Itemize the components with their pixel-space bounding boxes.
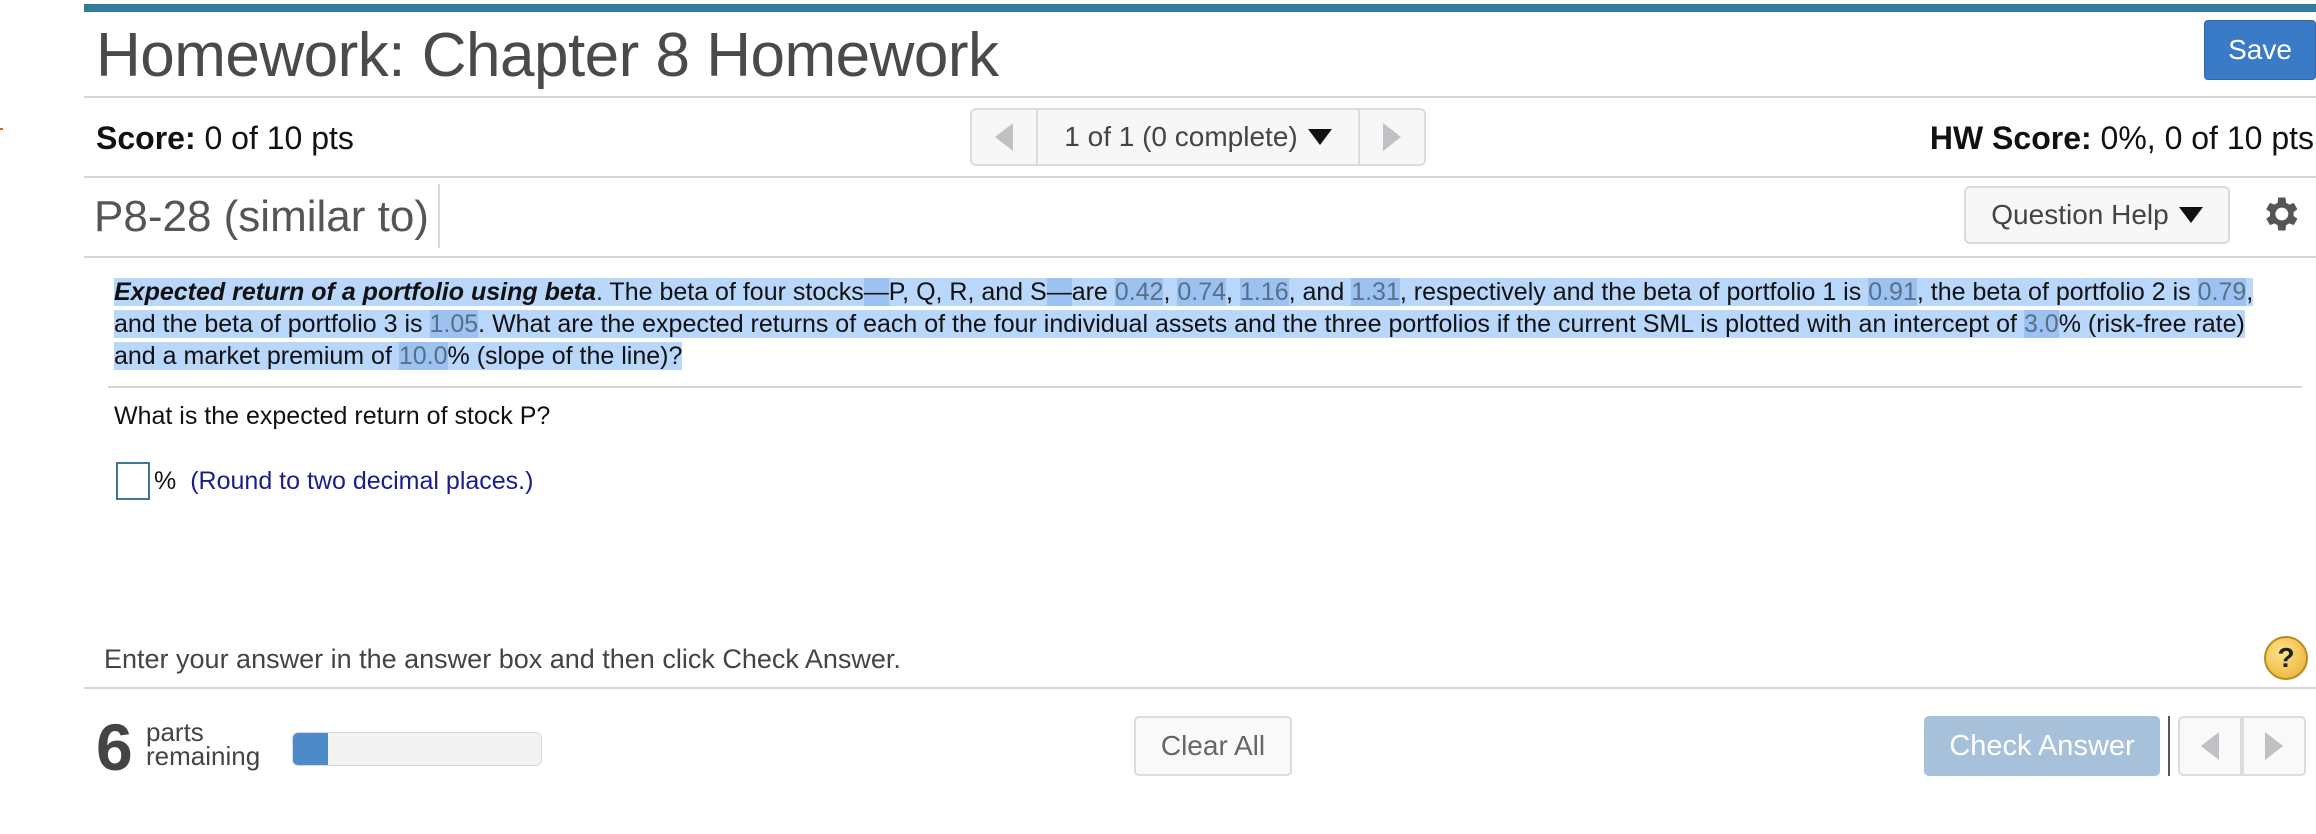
arrow-right-icon: [1383, 123, 1401, 151]
caret-down-icon: [1307, 129, 1332, 145]
arrow-right-icon: [2265, 732, 2283, 760]
beta-portfolio-2: 0.79: [2197, 278, 2247, 306]
hw-score: HW Score: 0%, 0 of 10 pts: [1930, 120, 2314, 157]
question-header: P8-28 (similar to) Question Help: [84, 178, 2316, 258]
previous-question-button[interactable]: [972, 110, 1038, 164]
parts-remaining-count: 6: [96, 710, 133, 784]
rounding-hint: (Round to two decimal places.): [190, 466, 534, 495]
question-selector-dropdown[interactable]: 1 of 1 (0 complete): [1038, 110, 1358, 164]
question-selector-text: 1 of 1 (0 complete): [1064, 121, 1298, 152]
divider: [108, 386, 2302, 388]
market-premium: 10.0: [398, 342, 448, 370]
parts-progress-bar: [292, 732, 542, 766]
sub-question: What is the expected return of stock P?: [114, 402, 551, 430]
gear-icon[interactable]: [2258, 192, 2302, 236]
question-navigator: 1 of 1 (0 complete): [970, 108, 1426, 166]
question-help-label: Question Help: [1991, 199, 2169, 230]
arrow-left-icon: [2201, 732, 2219, 760]
help-icon[interactable]: ?: [2264, 636, 2308, 680]
page-title: Homework: Chapter 8 Homework: [96, 21, 999, 90]
beta-stock-s: 1.31: [1351, 278, 1400, 306]
instruction-text: Enter your answer in the answer box and …: [104, 644, 901, 674]
score-row: Score: 0 of 10 pts 1 of 1 (0 complete) H…: [84, 98, 2316, 178]
hw-score-value: 0%, 0 of 10 pts: [2091, 120, 2314, 156]
top-accent-bar: [84, 4, 2316, 12]
hw-score-label: HW Score:: [1929, 120, 2092, 156]
beta-portfolio-1: 0.91: [1868, 278, 1917, 306]
risk-free-rate: 3.0: [2023, 310, 2059, 338]
next-question-button[interactable]: [1358, 110, 1424, 164]
answer-input[interactable]: [116, 462, 150, 500]
title-row: Homework: Chapter 8 Homework Save: [84, 12, 2316, 98]
score-value: 0 of 10 pts: [195, 120, 354, 156]
beta-stock-r: 1.16: [1239, 278, 1289, 306]
clear-all-button[interactable]: Clear All: [1134, 716, 1292, 776]
answer-unit: %: [154, 466, 177, 495]
arrow-left-icon: [995, 123, 1013, 151]
problem-title: Expected return of a portfolio using bet…: [114, 278, 596, 306]
previous-part-button[interactable]: [2180, 718, 2242, 774]
divider: [84, 687, 2316, 689]
answer-row: % (Round to two decimal places.): [116, 462, 533, 500]
homework-player: Homework: Chapter 8 Homework Save Score:…: [84, 0, 2316, 834]
beta-stock-p: 0.42: [1114, 278, 1164, 306]
check-answer-button[interactable]: Check Answer: [1924, 716, 2160, 776]
bottom-navigator: [2178, 716, 2306, 776]
parts-remaining-label: parts remaining: [146, 717, 261, 771]
caret-down-icon: [2178, 207, 2203, 223]
question-id: P8-28 (similar to): [94, 192, 429, 241]
next-part-button[interactable]: [2242, 718, 2304, 774]
score: Score: 0 of 10 pts: [96, 120, 354, 157]
score-label: Score:: [96, 120, 196, 156]
beta-portfolio-3: 1.05: [429, 310, 479, 338]
problem-statement: Expected return of a portfolio using bet…: [114, 278, 2254, 370]
beta-stock-q: 0.74: [1177, 278, 1227, 306]
question-help-button[interactable]: Question Help: [1964, 186, 2230, 244]
save-button[interactable]: Save: [2204, 20, 2316, 80]
divider: [438, 184, 440, 248]
divider: [2168, 716, 2170, 776]
progress-fill: [293, 733, 328, 765]
edge-marker: [0, 128, 3, 130]
